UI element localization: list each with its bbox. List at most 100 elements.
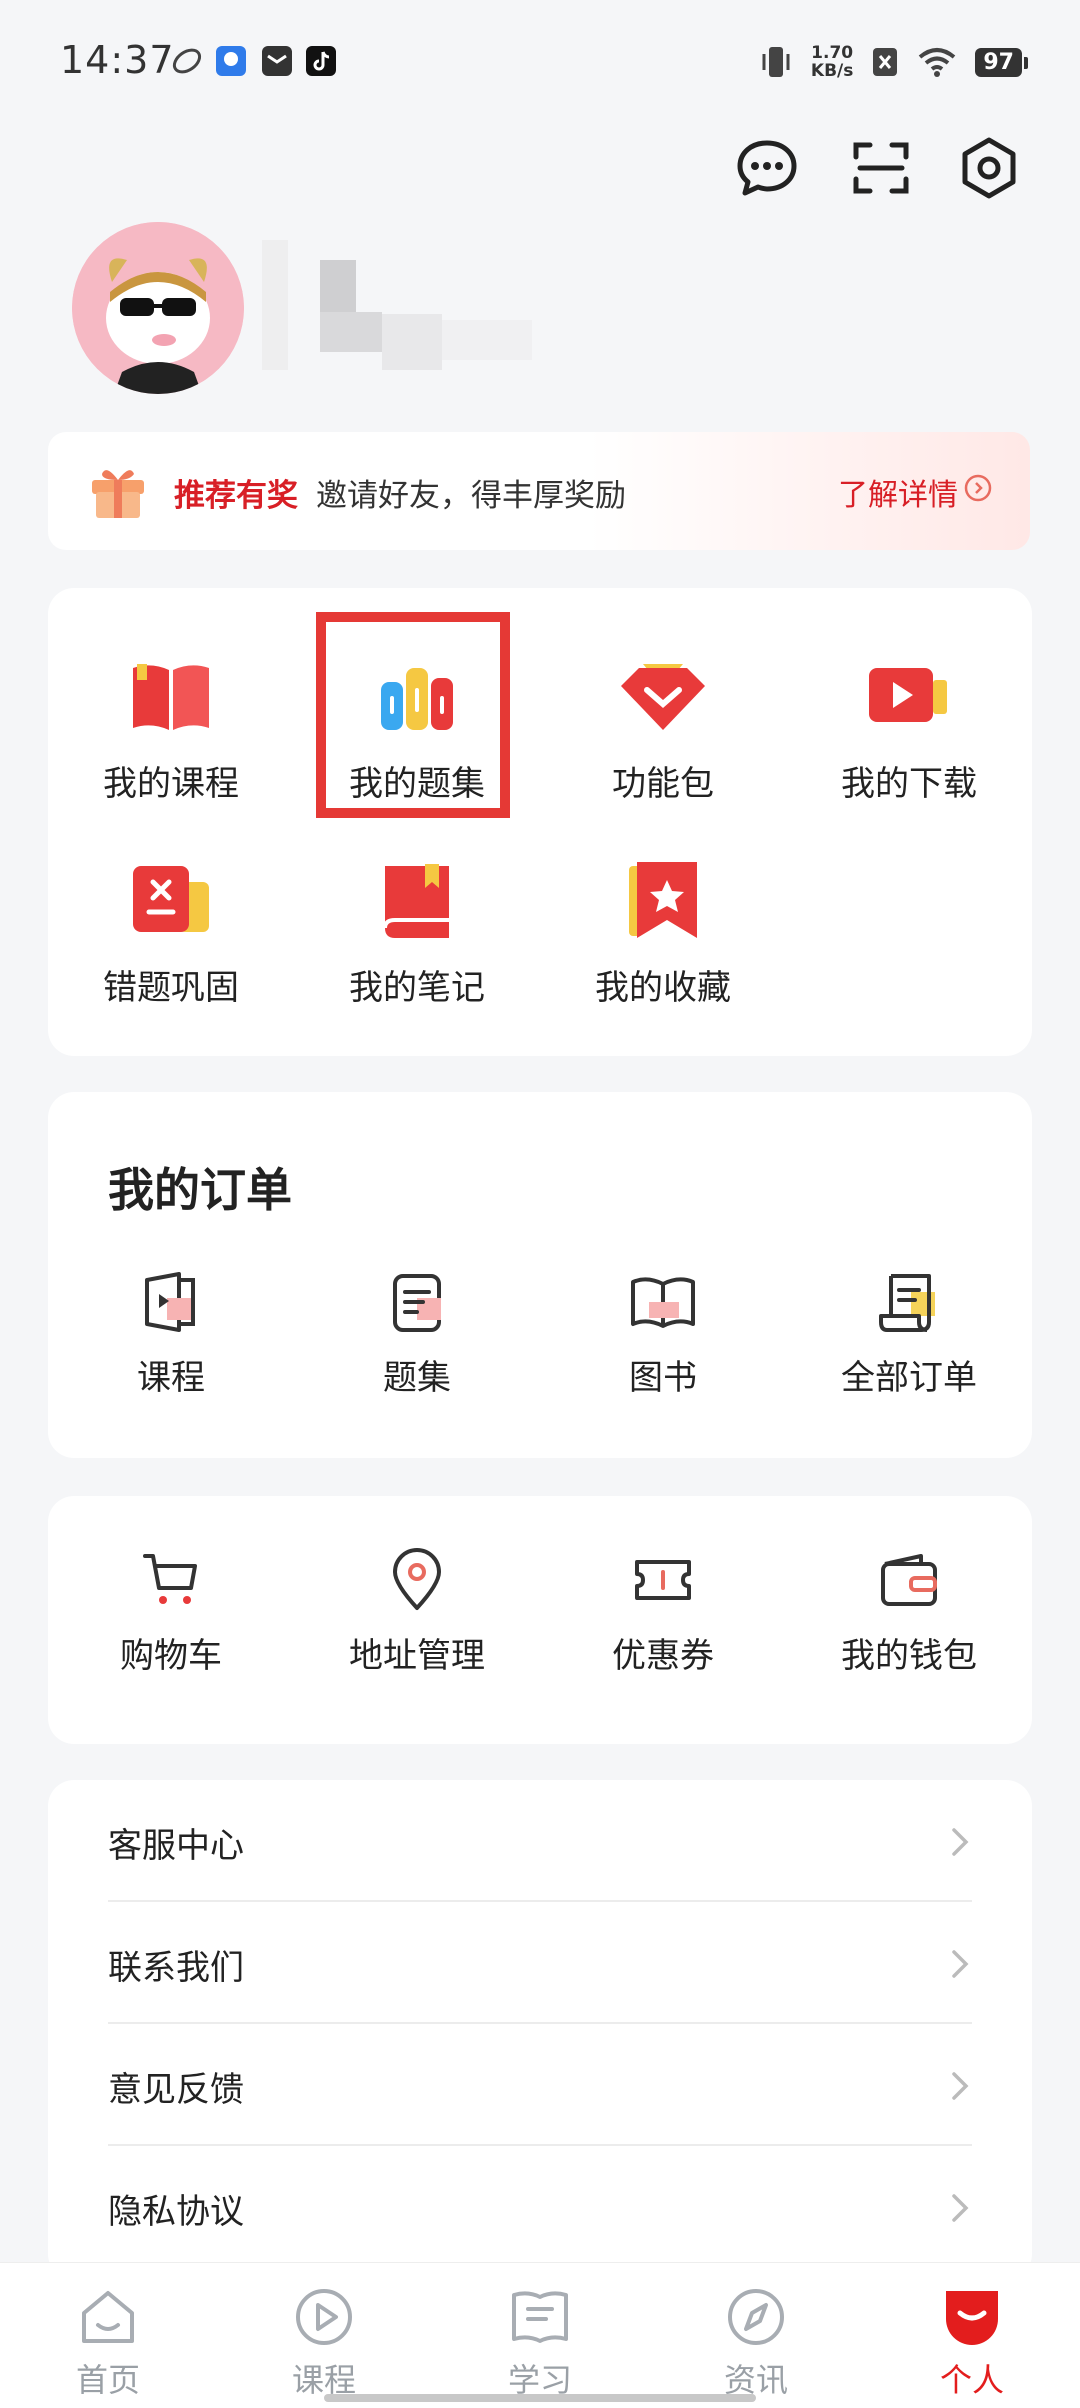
settings-list-card: 客服中心 联系我们 意见反馈 隐私协议 (48, 1780, 1032, 2280)
feature-my-courses[interactable]: 我的课程 (48, 650, 294, 805)
order-label: 课程 (137, 1358, 205, 1398)
feature-my-notes[interactable]: 我的笔记 (294, 854, 540, 1009)
service-cart[interactable]: 购物车 (48, 1546, 294, 1677)
list-item-contact-us[interactable]: 联系我们 (108, 1902, 972, 2024)
service-wallet[interactable]: 我的钱包 (786, 1546, 1032, 1677)
notebook-icon (383, 864, 449, 938)
services-card: 购物车 地址管理 优惠券 我的钱包 (48, 1496, 1032, 1744)
feature-function-pack[interactable]: 功能包 (540, 650, 786, 805)
coupon-icon (635, 1560, 691, 1600)
feature-label: 我的笔记 (349, 968, 485, 1008)
chevron-right-icon (952, 2072, 969, 2100)
chevron-right-icon (952, 2194, 969, 2222)
feature-my-favorites[interactable]: 我的收藏 (540, 854, 786, 1009)
question-order-icon (393, 1274, 441, 1332)
list-item-feedback[interactable]: 意见反馈 (108, 2024, 972, 2146)
orders-title: 我的订单 (108, 1163, 292, 1217)
service-label: 购物车 (120, 1636, 222, 1676)
order-books[interactable]: 图书 (540, 1268, 786, 1399)
service-label: 优惠券 (612, 1636, 714, 1676)
net-speed: 1.70 KB/s (811, 44, 853, 80)
list-item-label: 意见反馈 (108, 2070, 244, 2110)
order-question-sets[interactable]: 题集 (294, 1268, 540, 1399)
avatar-cow-icon (72, 222, 244, 394)
mail-notification-icon (262, 46, 292, 76)
status-time: 14:37 (60, 38, 175, 82)
sim-off-icon (873, 48, 898, 76)
tiktok-notification-icon (306, 46, 336, 76)
wifi-icon (919, 48, 956, 77)
course-book-icon (133, 664, 209, 730)
course-order-icon (145, 1272, 195, 1332)
cloud-notification-icon (216, 46, 246, 76)
highlight-box (316, 612, 510, 818)
order-label: 题集 (383, 1358, 451, 1398)
referral-banner[interactable]: 推荐有奖 邀请好友，得丰厚奖励 了解详情 (48, 432, 1030, 550)
order-label: 全部订单 (841, 1358, 977, 1398)
service-address[interactable]: 地址管理 (294, 1546, 540, 1677)
message-icon[interactable] (734, 135, 800, 201)
scan-icon[interactable] (848, 135, 914, 201)
nav-home[interactable]: 首页 (0, 2263, 216, 2408)
nav-study[interactable]: 学习 (432, 2263, 648, 2408)
wrong-question-icon (133, 866, 209, 932)
nav-label: 首页 (75, 2361, 140, 2399)
compass-icon (728, 2289, 784, 2345)
list-item-label: 客服中心 (108, 1826, 244, 1866)
service-label: 地址管理 (349, 1636, 485, 1676)
list-item-privacy[interactable]: 隐私协议 (108, 2146, 972, 2268)
order-courses[interactable]: 课程 (48, 1268, 294, 1399)
feature-pack-icon (621, 664, 705, 730)
nav-news[interactable]: 资讯 (648, 2263, 864, 2408)
nav-profile[interactable]: 个人 (864, 2263, 1080, 2408)
net-speed-value: 1.70 (811, 43, 854, 63)
order-all[interactable]: 全部订单 (786, 1268, 1032, 1399)
home-icon (82, 2291, 134, 2343)
cart-icon (143, 1554, 197, 1604)
wallet-icon (881, 1554, 937, 1606)
orders-card: 我的订单 课程 题集 图书 全部订单 (48, 1092, 1032, 1458)
download-video-icon (869, 668, 947, 722)
service-label: 我的钱包 (841, 1636, 977, 1676)
nav-courses[interactable]: 课程 (216, 2263, 432, 2408)
list-item-label: 隐私协议 (108, 2192, 244, 2232)
feature-label: 功能包 (612, 764, 714, 804)
avatar[interactable] (72, 222, 244, 394)
net-speed-unit: KB/s (810, 61, 854, 81)
chevron-right-icon (952, 1950, 969, 1978)
play-circle-icon (296, 2289, 352, 2345)
open-book-icon (512, 2291, 568, 2343)
chevron-right-icon (952, 1828, 969, 1856)
feature-label: 错题巩固 (103, 968, 239, 1008)
location-icon (393, 1548, 441, 1610)
all-orders-icon (879, 1274, 935, 1332)
feature-card: 我的课程 我的题集 功能包 我的下载 错题巩固 我的笔记 我的收藏 (48, 588, 1032, 1056)
feature-label: 我的课程 (103, 764, 239, 804)
gift-icon (92, 470, 144, 518)
list-item-customer-service[interactable]: 客服中心 (108, 1780, 972, 1902)
vibrate-icon (762, 47, 790, 77)
feature-my-downloads[interactable]: 我的下载 (786, 650, 1032, 805)
feature-wrong-questions[interactable]: 错题巩固 (48, 854, 294, 1009)
nav-label: 个人 (939, 2361, 1004, 2399)
banner-desc: 邀请好友，得丰厚奖励 (316, 478, 626, 514)
home-indicator[interactable] (324, 2394, 756, 2402)
book-order-icon (631, 1277, 695, 1328)
app-notification-icon (172, 48, 202, 74)
banner-title: 推荐有奖 (174, 478, 298, 514)
list-item-label: 联系我们 (108, 1948, 244, 1988)
bottom-nav: 首页 课程 学习 资讯 个人 (0, 2262, 1080, 2408)
settings-icon[interactable] (956, 135, 1022, 201)
battery-indicator: 97 (975, 47, 1028, 77)
service-coupon[interactable]: 优惠券 (540, 1546, 786, 1677)
banner-more-link[interactable]: 了解详情 (838, 470, 958, 514)
chevron-circle-icon (964, 474, 992, 502)
status-bar: 14:37 1.70 KB/s 97 (0, 0, 1080, 128)
order-label: 图书 (629, 1358, 697, 1398)
feature-label: 我的下载 (841, 764, 977, 804)
status-right: 1.70 KB/s 97 (759, 40, 1028, 84)
profile-active-icon (946, 2291, 998, 2345)
feature-label: 我的收藏 (595, 968, 731, 1008)
username-blurred (262, 230, 552, 380)
favorite-icon (629, 862, 697, 938)
